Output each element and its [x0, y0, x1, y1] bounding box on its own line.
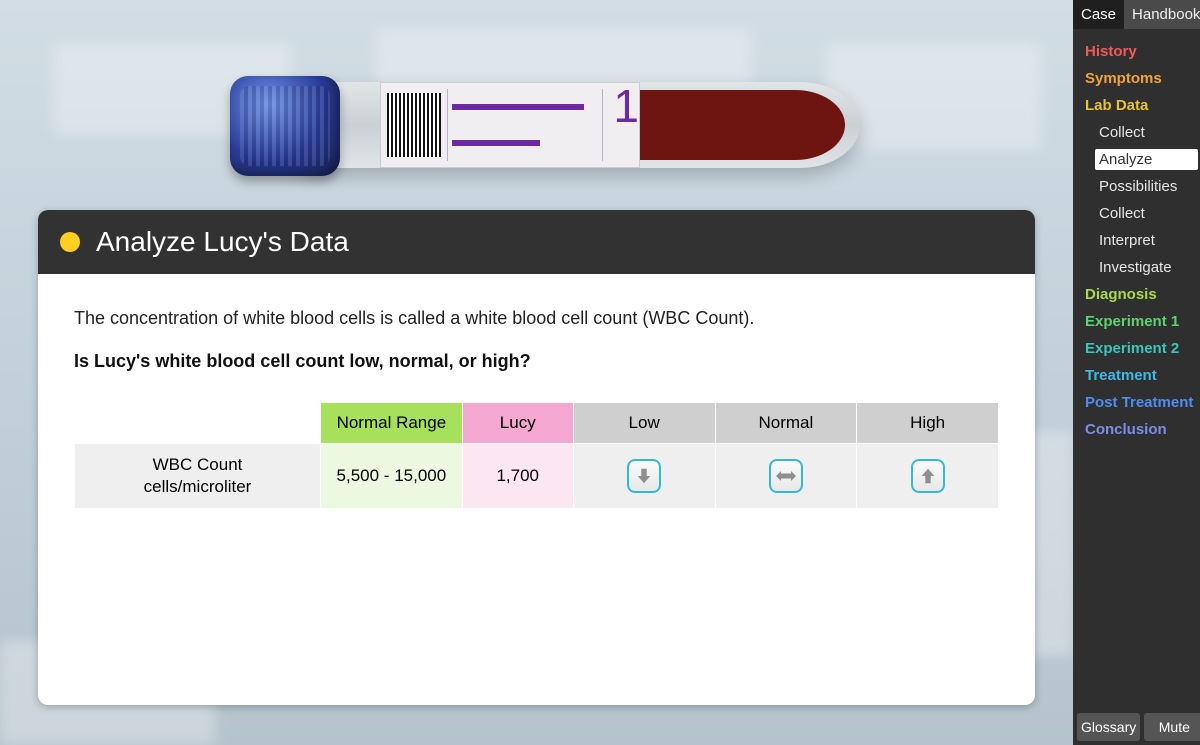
sub-collect-1[interactable]: Collect [1095, 122, 1198, 143]
glossary-button[interactable]: Glossary [1077, 713, 1140, 741]
main-stage: 1 Analyze Lucy's Data The concentration … [0, 0, 1073, 745]
mute-button[interactable]: Mute [1144, 713, 1200, 741]
cell-subject-value: 1,700 [463, 444, 573, 508]
sample-number: 1 [603, 83, 639, 167]
tab-handbook[interactable]: Handbook [1124, 0, 1200, 29]
sub-possibilities[interactable]: Possibilities [1095, 176, 1198, 197]
nav-post-treatment[interactable]: Post Treatment [1085, 392, 1198, 413]
row-label-line2: cells/microliter [144, 477, 252, 496]
card-title: Analyze Lucy's Data [96, 226, 349, 258]
barcode-icon [387, 93, 441, 157]
question-text: Is Lucy's white blood cell count low, no… [74, 351, 999, 372]
nav-conclusion[interactable]: Conclusion [1085, 419, 1198, 440]
col-low: Low [574, 403, 715, 443]
nav-list: History Symptoms Lab Data Collect Analyz… [1073, 29, 1200, 440]
sub-collect-2[interactable]: Collect [1095, 203, 1198, 224]
nav-experiment-1[interactable]: Experiment 1 [1085, 311, 1198, 332]
sidebar-tabs: Case Handbook [1073, 0, 1200, 29]
col-normal-range: Normal Range [321, 403, 462, 443]
nav-experiment-2[interactable]: Experiment 2 [1085, 338, 1198, 359]
arrow-up-icon [919, 467, 937, 485]
choose-normal-button[interactable] [769, 459, 803, 493]
nav-history[interactable]: History [1085, 41, 1198, 62]
sub-analyze[interactable]: Analyze [1095, 149, 1198, 170]
card-header: Analyze Lucy's Data [38, 210, 1035, 274]
nav-diagnosis[interactable]: Diagnosis [1085, 284, 1198, 305]
choose-high-button[interactable] [911, 459, 945, 493]
cell-normal-range: 5,500 - 15,000 [321, 444, 462, 508]
blood-tube-illustration: 1 [230, 62, 850, 182]
col-normal: Normal [716, 403, 857, 443]
arrow-left-right-icon [776, 467, 796, 485]
sub-interpret[interactable]: Interpret [1095, 230, 1198, 251]
choose-low-button[interactable] [627, 459, 661, 493]
tab-case[interactable]: Case [1073, 0, 1124, 29]
nav-symptoms[interactable]: Symptoms [1085, 68, 1198, 89]
col-high: High [857, 403, 998, 443]
row-label-line1: WBC Count [153, 455, 243, 474]
data-table: Normal Range Lucy Low Normal High WBC Co… [74, 402, 999, 509]
sub-investigate[interactable]: Investigate [1095, 257, 1198, 278]
status-dot-icon [60, 232, 80, 252]
analysis-card: Analyze Lucy's Data The concentration of… [38, 210, 1035, 705]
arrow-down-icon [635, 467, 653, 485]
col-subject: Lucy [463, 403, 573, 443]
row-label: WBC Count cells/microliter [75, 444, 320, 508]
nav-lab-data[interactable]: Lab Data [1085, 95, 1198, 116]
sidebar-footer: Glossary Mute [1073, 709, 1200, 745]
sidebar: Case Handbook History Symptoms Lab Data … [1073, 0, 1200, 745]
intro-text: The concentration of white blood cells i… [74, 308, 999, 329]
nav-treatment[interactable]: Treatment [1085, 365, 1198, 386]
